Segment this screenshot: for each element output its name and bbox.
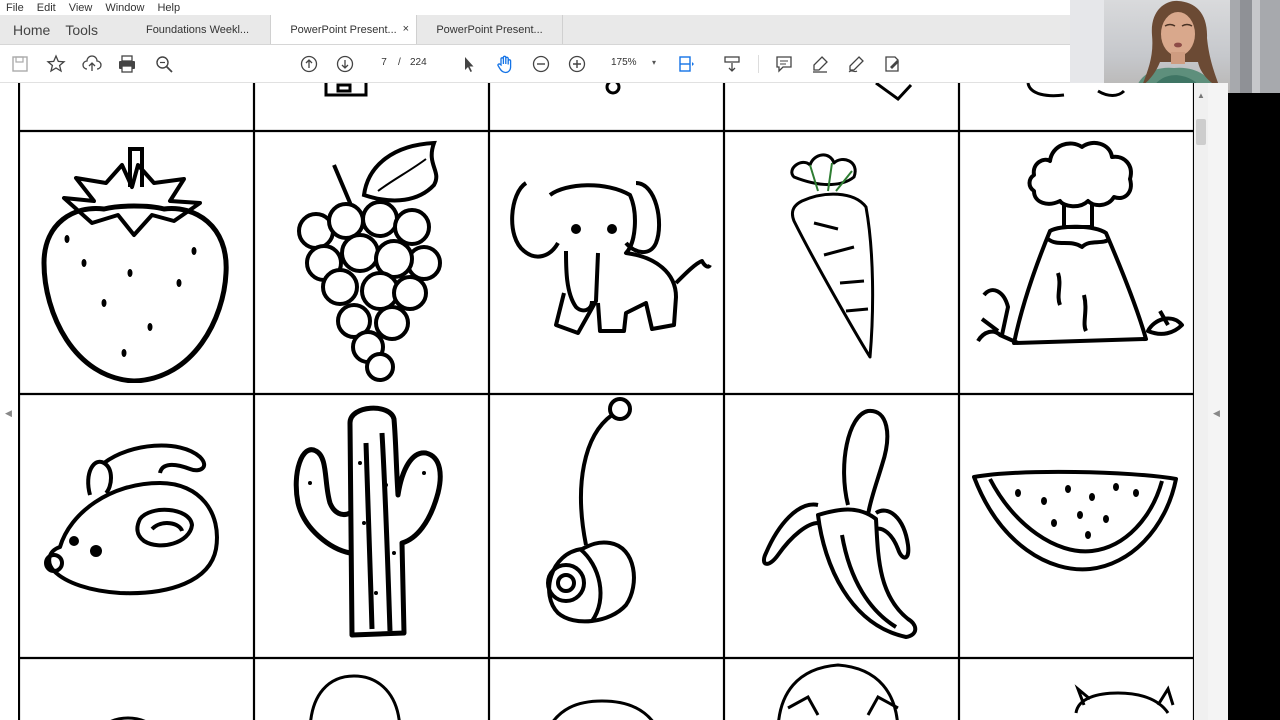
scroll-mode-icon[interactable] [721,53,743,75]
grapes-picture [297,140,442,382]
elephant-picture [510,181,712,335]
zoom-value: 175% [611,57,637,68]
document-tab-1[interactable]: Foundations Weekl... [125,15,272,44]
fill-sign-icon[interactable] [881,53,903,75]
page-number-input[interactable]: 7 [373,53,395,73]
menu-file[interactable]: File [6,2,24,14]
zoom-in-icon[interactable] [566,53,588,75]
highlight-icon[interactable] [809,53,831,75]
vertical-scrollbar[interactable]: ▲ [1194,83,1208,720]
tab-bar: Home Tools Foundations Weekl... PowerPoi… [0,15,1070,45]
sign-icon[interactable] [845,53,867,75]
close-tab-icon[interactable]: × [403,23,409,35]
hand-tool-icon[interactable] [494,53,516,75]
next-page-icon[interactable] [334,53,356,75]
watermelon-picture [972,469,1178,572]
print-icon[interactable] [116,53,138,75]
scrollbar-thumb[interactable] [1196,119,1206,145]
volcano-picture [976,140,1184,345]
left-panel-rail: ◀ [0,83,18,720]
document-viewport[interactable]: ◀ ▲ ◀ [0,83,1228,720]
banana-picture [761,408,918,639]
chevron-down-icon: ▾ [651,58,656,67]
zoom-out-icon[interactable] [530,53,552,75]
document-tab-3[interactable]: PowerPoint Present... [417,15,564,44]
toolbar-divider [758,55,759,73]
page-total: 224 [410,57,427,68]
expand-right-panel-icon[interactable]: ◀ [1213,408,1220,419]
tab-tools[interactable]: Tools [63,15,125,44]
previous-page-icon[interactable] [298,53,320,75]
menu-edit[interactable]: Edit [37,2,56,14]
save-icon[interactable] [9,53,31,75]
menu-bar: File Edit View Window Help [0,0,1070,15]
yo-yo-picture [546,397,636,624]
find-zoom-icon[interactable] [153,53,175,75]
carrot-picture [790,153,875,359]
zoom-select[interactable]: 175% ▾ [603,53,658,73]
select-arrow-icon[interactable] [458,53,480,75]
menu-help[interactable]: Help [157,2,180,14]
toolbar: 7 / 224 175% ▾ [0,45,1070,83]
document-tab-label: Foundations Weekl... [145,23,250,36]
strawberry-picture [41,147,229,383]
fit-page-icon[interactable] [675,53,697,75]
upload-cloud-icon[interactable] [81,53,103,75]
right-panel-rail: ◀ [1208,83,1228,720]
document-tab-label: PowerPoint Present... [436,23,543,36]
document-tab-2[interactable]: PowerPoint Present... × [271,15,418,44]
menu-view[interactable]: View [69,2,93,14]
expand-left-panel-icon[interactable]: ◀ [5,408,12,419]
document-tab-label: PowerPoint Present... [290,23,397,36]
page-separator: / [398,57,401,68]
webcam-overlay [1070,0,1280,93]
tab-home[interactable]: Home [0,15,63,44]
bookmark-star-icon[interactable] [45,53,67,75]
scroll-up-icon[interactable]: ▲ [1197,91,1205,100]
cactus-picture [293,405,443,638]
menu-window[interactable]: Window [105,2,144,14]
screen-edge [1228,93,1280,720]
mouse-picture [44,443,219,596]
comment-icon[interactable] [773,53,795,75]
